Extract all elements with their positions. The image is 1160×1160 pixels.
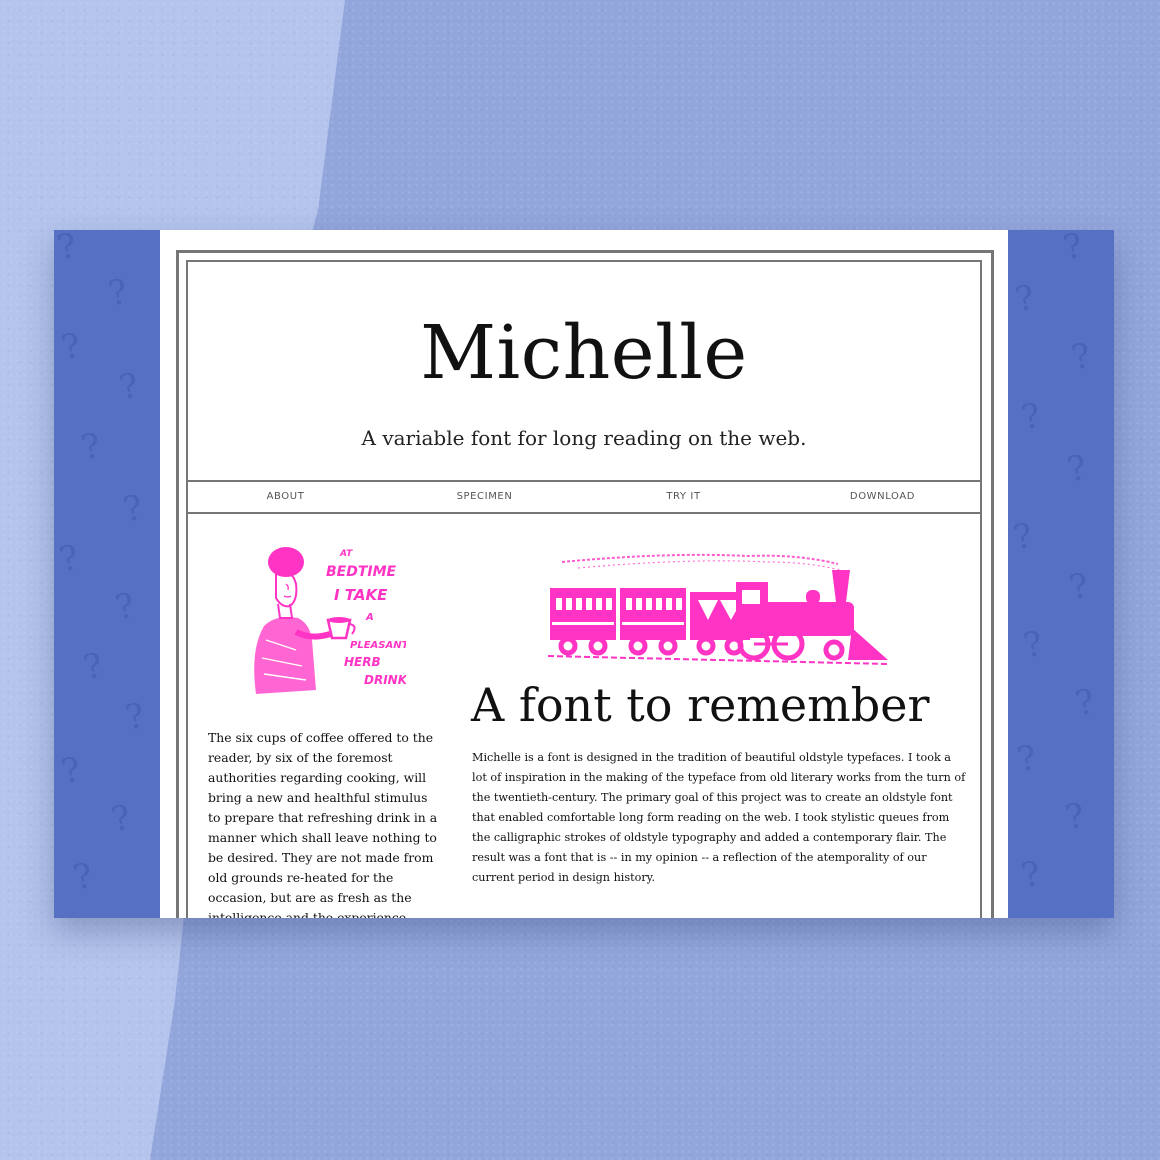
question-mark-icon: ? (1068, 335, 1095, 379)
question-mark-icon: ? (1072, 681, 1099, 725)
ad-line-bedtime: BEDTIME (326, 564, 397, 580)
locomotive-cowcatcher (848, 628, 888, 660)
nav-item-download[interactable]: DOWNLOAD (783, 482, 982, 512)
ad-line-drink: DRINK (364, 673, 406, 687)
question-mark-icon: ? (54, 230, 81, 269)
ad-line-pleasant: PLEASANT (350, 640, 406, 651)
train-smoke (561, 553, 839, 565)
locomotive-boiler (754, 602, 854, 636)
ad-line-a: A (365, 612, 374, 623)
question-mark-icon: ? (1062, 795, 1089, 839)
question-mark-icon: ? (1066, 565, 1093, 609)
nav-item-try-it[interactable]: TRY IT (584, 482, 783, 512)
question-mark-icon: ? (78, 425, 105, 469)
herb-drink-ad-illustration: AT BEDTIME I TAKE A PLEASANT HERB DRINK (254, 547, 406, 694)
site-subtitle: A variable font for long reading on the … (361, 426, 807, 450)
ad-line-at: AT (339, 549, 353, 559)
lady-dress (254, 617, 316, 694)
question-mark-icon: ? (1018, 395, 1045, 439)
question-mark-icon: ? (56, 537, 83, 581)
question-mark-icon: ? (1020, 623, 1047, 667)
nav-item-specimen[interactable]: SPECIMEN (385, 482, 584, 512)
question-mark-icon: ? (58, 325, 85, 369)
locomotive-smokestack (832, 570, 850, 602)
ad-body-text: The six cups of coffee offered to the re… (208, 730, 438, 918)
question-mark-pattern-left: ? ? ? ? ? ? ? ? ? ? ? ? ? (54, 230, 160, 918)
steam-train-illustration (548, 553, 889, 665)
website-mockup: ? ? ? ? ? ? ? ? ? ? ? ? ? ? ? ? ? ? ? ? … (54, 230, 1114, 918)
main-nav: ABOUT SPECIMEN TRY IT DOWNLOAD (186, 480, 982, 514)
main-headline: A font to remember (471, 678, 930, 732)
question-mark-icon: ? (1010, 515, 1037, 559)
lady-hair (268, 547, 304, 577)
nav-item-about[interactable]: ABOUT (186, 482, 385, 512)
question-mark-icon: ? (108, 797, 135, 841)
site-title: Michelle (420, 310, 748, 396)
question-mark-icon: ? (116, 365, 143, 409)
question-mark-icon: ? (1012, 277, 1039, 321)
question-mark-icon: ? (1060, 230, 1087, 269)
ad-line-herb: HERB (344, 655, 381, 669)
question-mark-icon: ? (80, 645, 107, 689)
question-mark-icon: ? (120, 487, 147, 531)
ad-line-i-take: I TAKE (334, 586, 388, 604)
question-mark-icon: ? (1064, 447, 1091, 491)
question-mark-icon: ? (70, 855, 97, 899)
question-mark-icon: ? (105, 271, 132, 315)
question-mark-icon: ? (1018, 853, 1045, 897)
question-mark-icon: ? (122, 695, 149, 739)
question-mark-pattern-right: ? ? ? ? ? ? ? ? ? ? ? ? (1008, 230, 1114, 918)
web-page: Michelle A variable font for long readin… (160, 230, 1008, 918)
question-mark-icon: ? (1014, 737, 1041, 781)
question-mark-icon: ? (58, 749, 85, 793)
train-car-2 (620, 588, 686, 640)
question-mark-icon: ? (112, 585, 139, 629)
train-car-1 (550, 588, 616, 640)
main-body-text: Michelle is a font is designed in the tr… (472, 751, 966, 884)
